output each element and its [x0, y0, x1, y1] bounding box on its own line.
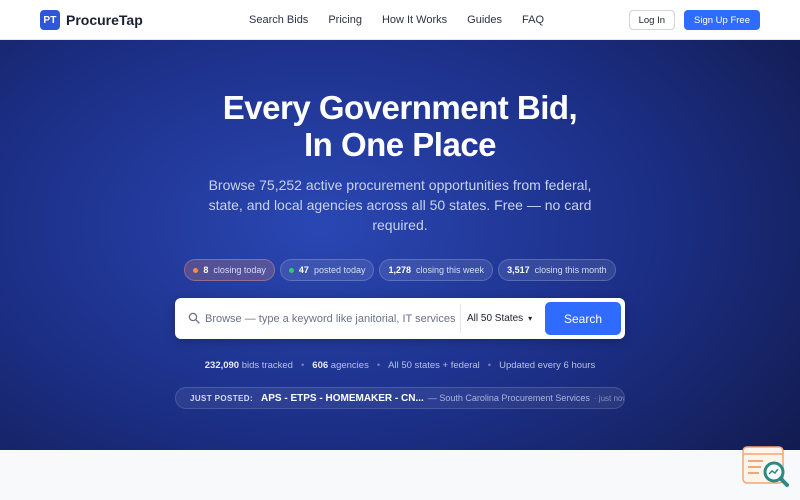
just-posted-ticker[interactable]: JUST POSTED: APS - ETPS - HOMEMAKER - CN… — [175, 387, 625, 409]
pill-count: 3,517 — [507, 265, 530, 275]
login-button[interactable]: Log In — [628, 10, 676, 30]
chevron-down-icon: ▾ — [528, 314, 533, 323]
just-posted-time: · just now — [593, 393, 625, 403]
stat-bids-count: 232,090 — [204, 360, 240, 371]
top-nav: PT ProcureTap Search Bids Pricing How It… — [0, 0, 800, 40]
search-input[interactable] — [205, 308, 455, 329]
nav-link-guides[interactable]: Guides — [467, 14, 502, 26]
logo-text: ProcureTap — [66, 12, 143, 28]
pill-closing-this-week[interactable]: 1,278 closing this week — [379, 259, 494, 281]
pill-closing-this-month[interactable]: 3,517 closing this month — [498, 259, 616, 281]
nav-link-how-it-works[interactable]: How It Works — [382, 14, 447, 26]
search-button[interactable]: Search — [545, 302, 621, 335]
pill-posted-today[interactable]: 47 posted today — [279, 259, 375, 281]
stat-pills: 8 closing today 47 posted today 1,278 cl… — [0, 259, 800, 281]
stat-agencies: 606 agencies — [312, 360, 369, 371]
nav-link-search-bids[interactable]: Search Bids — [249, 14, 308, 26]
bullet-separator: • — [376, 360, 381, 371]
pill-count: 8 — [203, 265, 209, 275]
hero-title-line-2: In One Place — [303, 126, 497, 163]
stat-bids: 232,090 bids tracked — [205, 360, 293, 371]
logo-mark: PT — [40, 10, 60, 30]
search-bar: All 50 States ▾ Search — [175, 298, 625, 339]
stat-agencies-count: 606 — [312, 360, 329, 371]
hero-subtitle: Browse 75,252 active procurement opportu… — [208, 177, 592, 233]
stat-update: Updated every 6 hours — [499, 360, 596, 371]
hero-title: Every Government Bid, In One Place — [0, 89, 800, 163]
bullet-separator: • — [487, 360, 492, 371]
chat-search-widget-icon[interactable] — [741, 445, 791, 490]
hero-title-line-1: Every Government Bid, — [222, 89, 578, 126]
nav-link-faq[interactable]: FAQ — [522, 14, 544, 26]
just-posted-label: JUST POSTED: — [190, 393, 254, 403]
state-select[interactable]: All 50 States ▾ — [467, 308, 543, 329]
nav-link-pricing[interactable]: Pricing — [328, 14, 362, 26]
bullet-separator: • — [300, 360, 305, 371]
hero-section: Every Government Bid, In One Place Brows… — [0, 40, 800, 450]
search-divider — [460, 304, 461, 333]
pill-label: posted today — [313, 265, 366, 275]
pill-label: closing this week — [416, 265, 485, 275]
state-select-value: All 50 States — [467, 313, 524, 324]
pill-count: 1,278 — [388, 265, 412, 275]
nav-actions: Log In Sign Up Free — [628, 10, 760, 30]
just-posted-title[interactable]: APS - ETPS - HOMEMAKER - CN... — [261, 393, 424, 404]
stats-row: 232,090 bids tracked • 606 agencies • Al… — [0, 360, 800, 371]
logo[interactable]: PT ProcureTap — [40, 10, 143, 30]
stat-bids-label: bids tracked — [241, 360, 293, 371]
pill-label: closing today — [213, 265, 266, 275]
green-dot-icon — [288, 267, 294, 273]
stat-coverage: All 50 states + federal — [388, 360, 480, 371]
search-icon — [188, 312, 200, 324]
pill-label: closing this month — [534, 265, 607, 275]
pill-count: 47 — [298, 265, 309, 275]
just-posted-agency: — South Carolina Procurement Services — [427, 393, 590, 403]
pill-closing-today[interactable]: 8 closing today — [184, 259, 275, 281]
nav-links: Search Bids Pricing How It Works Guides … — [249, 0, 564, 40]
signup-button[interactable]: Sign Up Free — [684, 10, 760, 30]
orange-dot-icon — [193, 267, 199, 273]
below-fold-section — [0, 450, 800, 500]
stat-agencies-label: agencies — [330, 360, 369, 371]
